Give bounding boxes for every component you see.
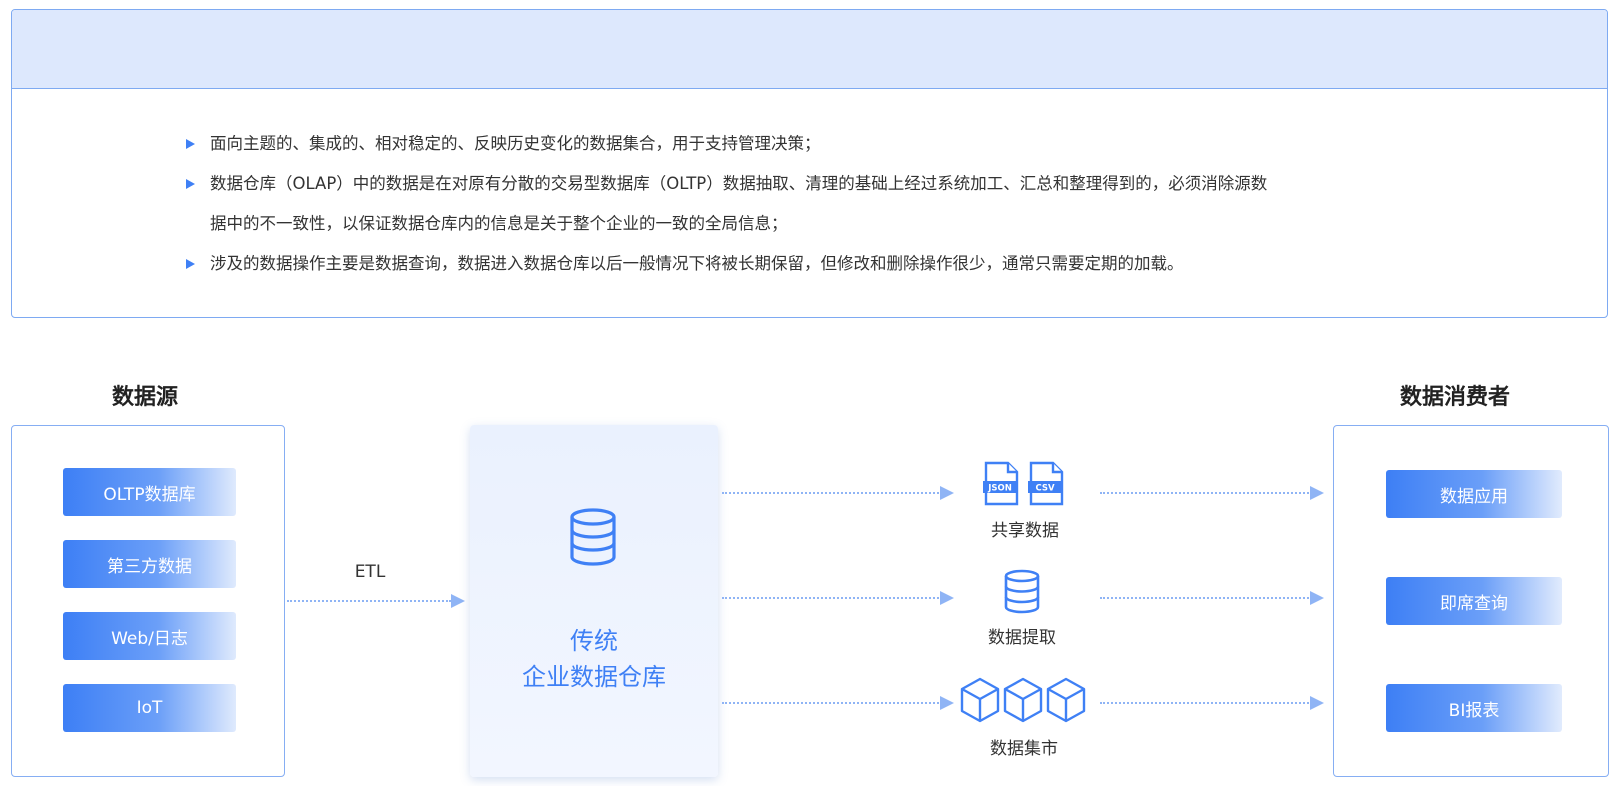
consumer-arrow-line-3 bbox=[1100, 702, 1312, 704]
shared-arrow-head-icon bbox=[940, 486, 954, 500]
extract-arrow-line bbox=[722, 597, 942, 599]
warehouse-box: 传统 企业数据仓库 bbox=[470, 425, 718, 777]
etl-label: ETL bbox=[354, 562, 386, 582]
json-csv-file-icon: JSON CSV bbox=[983, 461, 1064, 506]
bullet-triangle-icon bbox=[186, 179, 195, 189]
etl-arrow-line bbox=[287, 600, 451, 602]
description-panel: 面向主题的、集成的、相对稳定的、反映历史变化的数据集合，用于支持管理决策； 数据… bbox=[11, 9, 1608, 318]
description-header bbox=[12, 10, 1607, 89]
consumer-arrow-head-icon bbox=[1310, 591, 1324, 605]
consumers-title: 数据消费者 bbox=[1400, 385, 1511, 410]
consumer-item: 即席查询 bbox=[1386, 577, 1562, 625]
mart-arrow-head-icon bbox=[940, 696, 954, 710]
mart-arrow-line bbox=[722, 702, 942, 704]
consumer-arrow-head-icon bbox=[1310, 486, 1324, 500]
source-item: Web/日志 bbox=[63, 612, 236, 660]
bullet-triangle-icon bbox=[186, 139, 195, 149]
json-tag: JSON bbox=[987, 484, 1012, 494]
bullet-2-continuation: 据中的不一致性，以保证数据仓库内的信息是关于整个企业的一致的全局信息； bbox=[210, 214, 788, 233]
consumer-arrow-line-2 bbox=[1100, 597, 1312, 599]
bullet-1: 面向主题的、集成的、相对稳定的、反映历史变化的数据集合，用于支持管理决策； bbox=[186, 134, 821, 154]
consumer-arrow-head-icon bbox=[1310, 696, 1324, 710]
data-mart-label: 数据集市 bbox=[990, 739, 1058, 759]
database-small-icon bbox=[1004, 569, 1040, 614]
bullet-3: 涉及的数据操作主要是数据查询，数据进入数据仓库以后一般情况下将被长期保留，但修改… bbox=[186, 254, 1184, 274]
consumer-item: BI报表 bbox=[1386, 684, 1562, 732]
warehouse-title-line2: 企业数据仓库 bbox=[522, 663, 666, 691]
sources-box: OLTP数据库 第三方数据 Web/日志 IoT bbox=[11, 425, 285, 777]
database-icon bbox=[570, 508, 616, 566]
shared-data-label: 共享数据 bbox=[991, 521, 1059, 541]
data-mart-cubes-icon bbox=[960, 677, 1086, 723]
sources-title: 数据源 bbox=[112, 385, 179, 410]
warehouse-title-line1: 传统 bbox=[570, 627, 618, 655]
extract-arrow-head-icon bbox=[940, 591, 954, 605]
source-item: IoT bbox=[63, 684, 236, 732]
bullet-triangle-icon bbox=[186, 259, 195, 269]
extract-data-label: 数据提取 bbox=[988, 628, 1056, 648]
shared-arrow-line bbox=[722, 492, 942, 494]
consumer-item: 数据应用 bbox=[1386, 470, 1562, 518]
consumers-box: 数据应用 即席查询 BI报表 bbox=[1333, 425, 1609, 777]
source-item: 第三方数据 bbox=[63, 540, 236, 588]
bullet-2: 数据仓库（OLAP）中的数据是在对原有分散的交易型数据库（OLTP）数据抽取、清… bbox=[186, 174, 1267, 194]
etl-arrow-head-icon bbox=[451, 594, 465, 608]
csv-tag: CSV bbox=[1035, 484, 1055, 494]
source-item: OLTP数据库 bbox=[63, 468, 236, 516]
consumer-arrow-line-1 bbox=[1100, 492, 1312, 494]
